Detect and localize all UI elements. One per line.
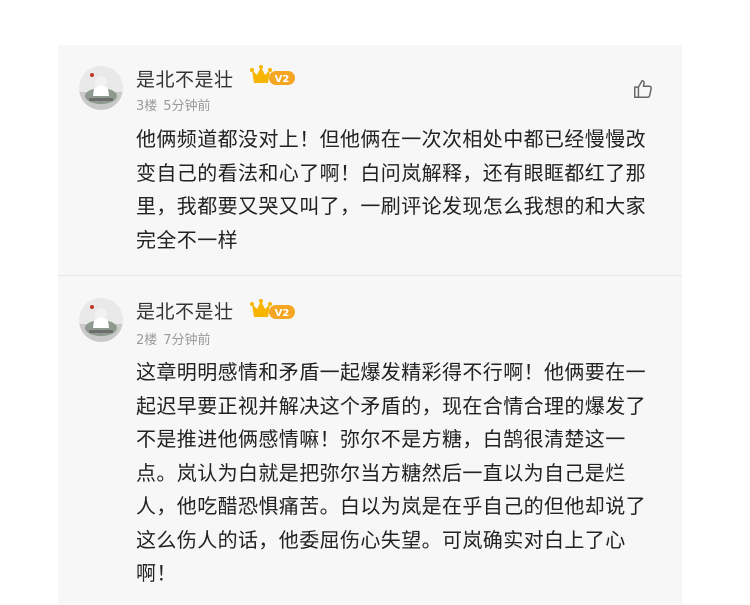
comment-item: 是北不是壮 V2 2楼 7分钟前 这章明明感情和矛盾一起爆发精彩得不行啊！他俩要在… [58,277,682,597]
floor-number: 3楼 [136,99,158,114]
comment-divider [58,275,682,276]
username[interactable]: 是北不是壮 [136,65,234,92]
timestamp: 5分钟前 [163,99,211,114]
vip-level-badge-icon: V2 [250,65,295,85]
comment-meta: 2楼 7分钟前 [136,329,211,348]
timestamp: 7分钟前 [163,333,211,348]
vip-level-badge-icon: V2 [250,299,295,319]
avatar-image [79,298,123,342]
level-badge-label: V2 [275,74,290,85]
comment-meta: 3楼 5分钟前 [136,95,211,114]
comment-item: 是北不是壮 V2 3楼 5分钟前 他俩频道都没对上！但他俩在一次次相处中都已经慢慢… [58,45,682,276]
comment-text: 他俩频道都没对上！但他俩在一次次相处中都已经慢慢改变自己的看法和心了啊！白问岚解… [136,127,646,252]
avatar[interactable] [79,66,123,110]
avatar-image [79,66,123,110]
avatar[interactable] [79,298,123,342]
floor-number: 2楼 [136,333,158,348]
thumbs-up-icon[interactable] [632,78,654,100]
username[interactable]: 是北不是壮 [136,297,234,324]
comment-text: 这章明明感情和矛盾一起爆发精彩得不行啊！他俩要在一起迟早要正视并解决这个矛盾的，… [136,360,646,585]
level-badge-label: V2 [275,308,290,319]
